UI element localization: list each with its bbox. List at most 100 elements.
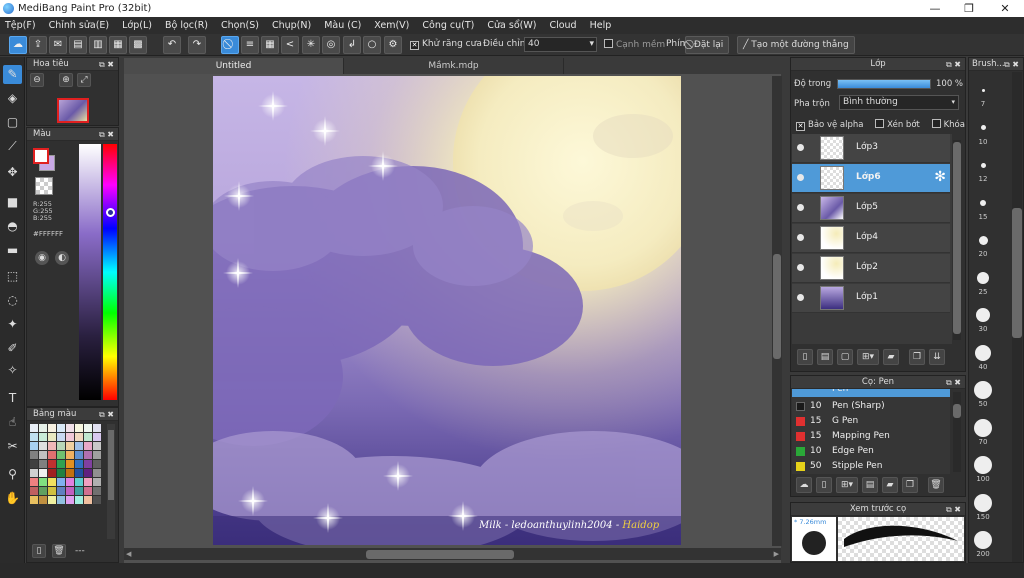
palette-swatch[interactable] (84, 442, 92, 450)
vertical-scrollbar[interactable] (772, 76, 782, 546)
eye-icon[interactable] (797, 234, 804, 241)
palette-swatch[interactable] (84, 478, 92, 486)
divide-tool-icon[interactable]: ✂ (3, 437, 22, 456)
tab-mamk[interactable]: Mầmk.mdp (344, 58, 564, 74)
brush-folder-icon[interactable]: ▰ (882, 477, 898, 493)
palette-swatch[interactable] (39, 451, 47, 459)
new-layer-icon[interactable]: ▯ (797, 349, 813, 365)
panel-close-icon[interactable]: ⧉ ✖ (946, 503, 961, 516)
palette-swatch[interactable] (39, 442, 47, 450)
brightness-slider[interactable] (79, 144, 101, 400)
palette-swatch[interactable] (93, 451, 101, 459)
dot-tool-icon[interactable]: ▢ (3, 113, 22, 132)
panel-close-icon[interactable]: ⧉ ✖ (99, 58, 114, 71)
antialias-checkbox[interactable]: ✕ (410, 41, 419, 50)
menu-snap[interactable]: Chụp(N) (272, 20, 311, 31)
palette-swatch[interactable] (66, 487, 74, 495)
palette-swatch[interactable] (30, 496, 38, 504)
palette-swatch[interactable] (93, 442, 101, 450)
maximize-button[interactable]: ❐ (952, 0, 986, 17)
palette-swatch[interactable] (57, 478, 65, 486)
antialias-option[interactable]: ✕ Khử răng cưa (410, 39, 482, 50)
palette-swatch[interactable] (48, 451, 56, 459)
palette-swatch[interactable] (30, 478, 38, 486)
brush-tool-icon[interactable]: ✎ (3, 65, 22, 84)
palette-swatch[interactable] (66, 424, 74, 432)
lock-option[interactable]: Khóa (931, 119, 965, 130)
select-tool-icon[interactable]: ⬚ (3, 267, 22, 286)
clipping-option[interactable]: Xén bớt (875, 119, 920, 130)
grid-snap-icon[interactable]: ▦ (261, 36, 279, 54)
palette-swatch[interactable] (93, 469, 101, 477)
select-eraser-icon[interactable]: ✧ (3, 361, 22, 380)
blend-mode-select[interactable]: Bình thường ▾ (839, 95, 959, 110)
cloud-icon[interactable]: ☁ (9, 36, 27, 54)
curve-icon[interactable]: ↲ (343, 36, 361, 54)
eye-icon[interactable] (797, 294, 804, 301)
undo-icon[interactable]: ↶ (163, 36, 181, 54)
brush-cloud-icon[interactable]: ☁ (796, 477, 812, 493)
layer-row[interactable]: Lớp2 (792, 254, 950, 283)
palette-swatch[interactable] (30, 469, 38, 477)
clipping-checkbox[interactable] (875, 119, 885, 128)
hand-tool-icon[interactable]: ✋ (3, 489, 22, 508)
palette-swatch[interactable] (39, 460, 47, 468)
palette-swatch[interactable] (93, 487, 101, 495)
palette-swatch[interactable] (93, 496, 101, 504)
protect-alpha-checkbox[interactable]: ✕ (796, 122, 805, 131)
brush-duplicate-icon[interactable]: ❐ (902, 477, 918, 493)
palette-swatch[interactable] (30, 451, 38, 459)
straight-line-button[interactable]: ╱ Tạo một đường thẳng (737, 36, 855, 54)
redo-icon[interactable]: ↷ (188, 36, 206, 54)
palette-swatch[interactable] (39, 496, 47, 504)
message-icon[interactable]: ▤ (69, 36, 87, 54)
eye-icon[interactable] (797, 174, 804, 181)
brush-size-item[interactable]: 30 (973, 305, 993, 333)
palette-icon[interactable]: ◉ (35, 251, 49, 265)
layer-row[interactable]: Lớp3 (792, 134, 950, 163)
palette-swatch[interactable] (84, 424, 92, 432)
layer-row[interactable]: Lớp4 (792, 224, 950, 253)
protect-alpha-option[interactable]: ✕ Bảo vệ alpha (796, 120, 863, 131)
folder-icon[interactable]: ▰ (883, 349, 899, 365)
edge-option[interactable]: Cạnh mềm (604, 39, 665, 50)
palette-swatch[interactable] (39, 469, 47, 477)
select-pen-icon[interactable]: ✐ (3, 339, 22, 358)
palette-swatch[interactable] (48, 469, 56, 477)
scroll-right-icon[interactable]: ▶ (774, 550, 779, 558)
trash-icon[interactable]: 🗑 (52, 544, 66, 558)
palette-scrollbar[interactable] (108, 430, 114, 500)
menu-select[interactable]: Chọn(S) (221, 20, 259, 31)
scroll-left-icon[interactable]: ◀ (126, 550, 131, 558)
palette-swatch[interactable] (48, 460, 56, 468)
palette-swatch[interactable] (39, 433, 47, 441)
palette-swatch[interactable] (48, 424, 56, 432)
transparent-swatch[interactable] (35, 177, 53, 195)
radial-snap-icon[interactable]: ✳ (302, 36, 320, 54)
brush-size-item[interactable]: 15 (973, 193, 993, 221)
grid-doc-icon[interactable]: ▦ (109, 36, 127, 54)
brush-item[interactable]: 10 Edge Pen (792, 444, 950, 459)
settings-gear-icon[interactable]: ⚙ (384, 36, 402, 54)
palette-swatch[interactable] (66, 433, 74, 441)
fit-icon[interactable]: ⤢ (77, 73, 91, 87)
brush-item[interactable]: 50 Stipple Pen (792, 459, 950, 474)
palette-swatch[interactable] (39, 487, 47, 495)
brush-properties-icon[interactable]: ▤ (862, 477, 878, 493)
palette-swatch[interactable] (84, 496, 92, 504)
palette-swatch[interactable] (30, 442, 38, 450)
magic-wand-icon[interactable]: ✦ (3, 315, 22, 334)
brush-size-item[interactable]: 40 (973, 343, 993, 371)
palette-swatch[interactable] (39, 424, 47, 432)
palette-swatch[interactable] (30, 433, 38, 441)
tab-untitled[interactable]: Untitled (124, 58, 344, 74)
menu-edit[interactable]: Chỉnh sửa(E) (49, 20, 110, 31)
panel-close-icon[interactable]: ⧉ ✖ (1004, 58, 1019, 71)
layer-row[interactable]: Lớp6 ✻ (792, 164, 950, 193)
vertical-scroll-thumb[interactable] (773, 254, 781, 359)
menu-help[interactable]: Help (590, 20, 612, 31)
brush-item[interactable]: 15 Mapping Pen (792, 429, 950, 444)
palette-swatch[interactable] (57, 460, 65, 468)
panel-close-icon[interactable]: ⧉ ✖ (946, 376, 961, 389)
palette-swatches[interactable] (30, 424, 105, 539)
